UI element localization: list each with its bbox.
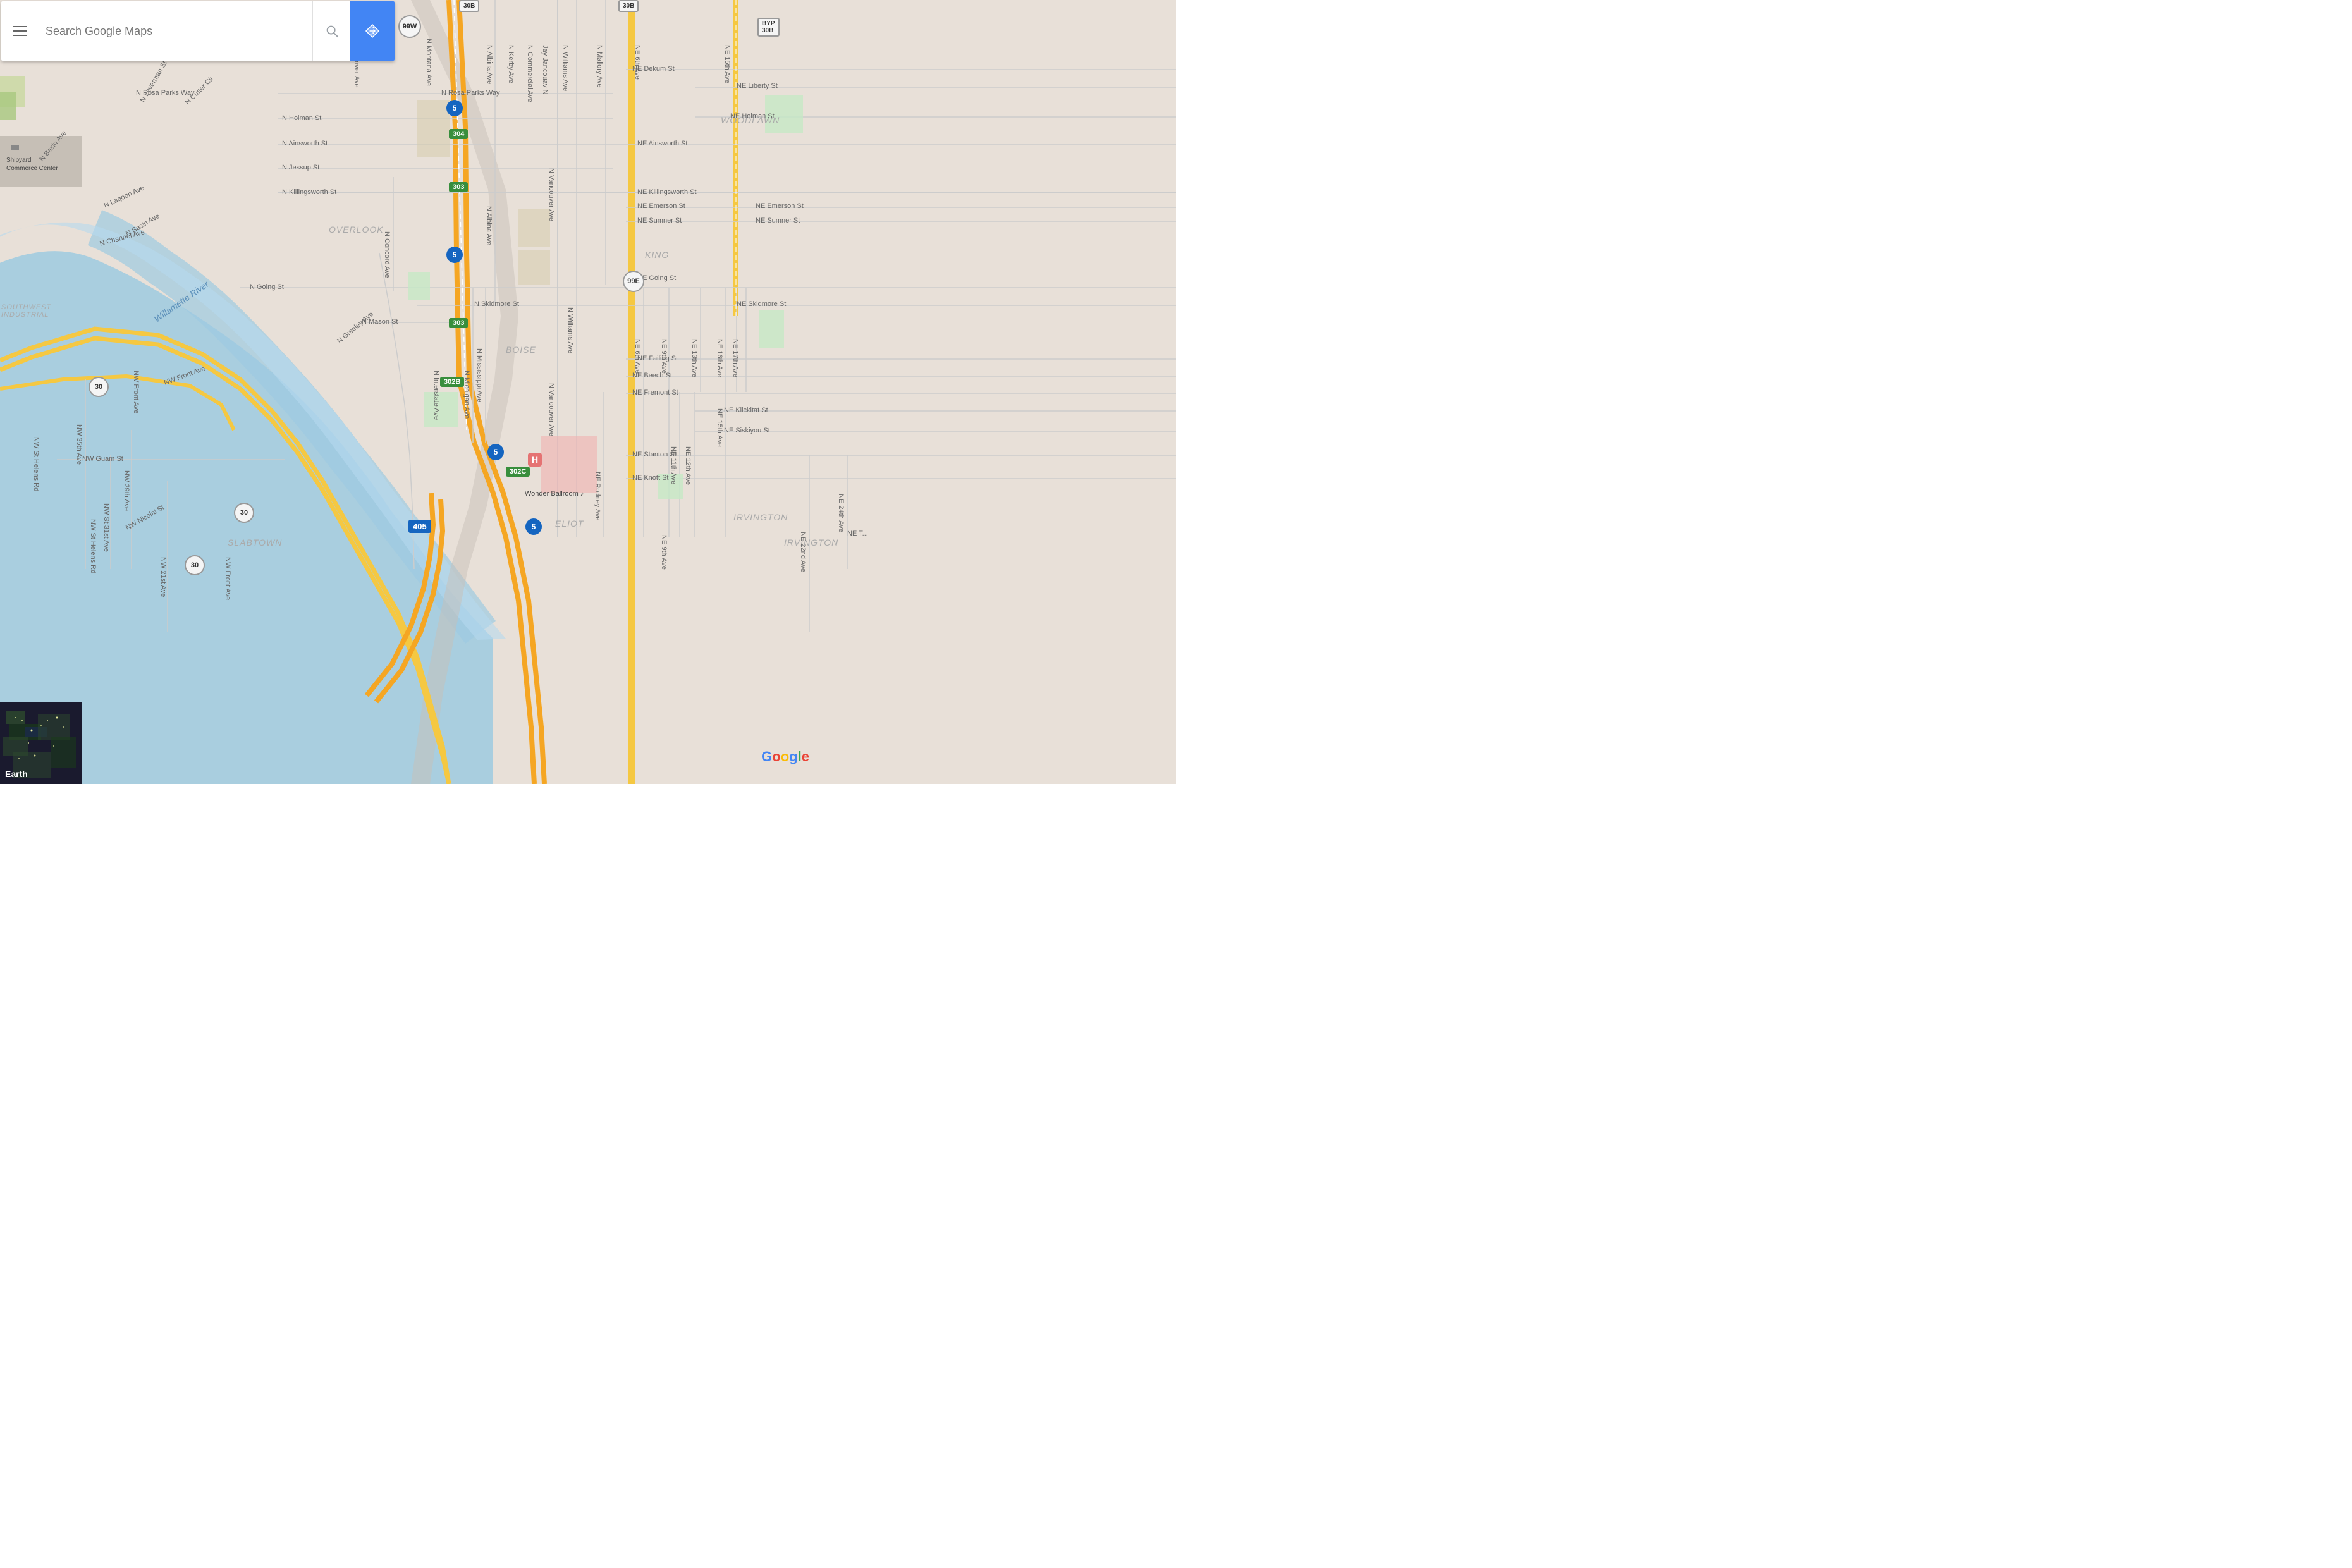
badge-i405: 405	[408, 520, 431, 533]
badge-i5-2: 5	[446, 247, 463, 263]
badge-exit-302b: 302B	[440, 377, 464, 387]
badge-99w: 99W	[398, 15, 421, 38]
badge-exit-304: 304	[449, 129, 468, 139]
search-button[interactable]	[312, 1, 350, 61]
badge-exit-303b: 303	[449, 318, 468, 328]
earth-label: Earth	[5, 769, 28, 779]
hamburger-button[interactable]	[1, 1, 39, 61]
google-g: G	[761, 749, 772, 764]
google-e: e	[802, 749, 809, 764]
earth-thumbnail[interactable]: Earth	[0, 702, 82, 784]
search-icon	[325, 24, 339, 38]
google-o1: o	[772, 749, 780, 764]
badge-30b: 30	[234, 503, 254, 523]
badge-exit-303a: 303	[449, 182, 468, 192]
hospital-marker: H	[528, 453, 542, 467]
hamburger-icon	[13, 26, 27, 36]
badge-byp-30b: BYP30B	[757, 18, 780, 37]
badge-i5-4: 5	[525, 518, 542, 535]
badge-99e: 99E	[623, 271, 644, 292]
badge-exit-302c: 302C	[506, 467, 530, 477]
google-g2: g	[789, 749, 797, 764]
badge-30a: 30	[89, 377, 109, 397]
directions-button[interactable]	[350, 1, 395, 61]
search-bar	[1, 1, 395, 61]
google-o2: o	[781, 749, 789, 764]
directions-icon	[365, 23, 380, 39]
search-input-wrapper	[39, 1, 312, 61]
badge-30b-top2: 30B	[618, 0, 639, 12]
badge-30c: 30	[185, 555, 205, 575]
google-logo: Google	[761, 749, 809, 765]
badge-i5-1: 5	[446, 100, 463, 116]
map-container[interactable]: ARBOR LODGE ARBOR LODGE OVERLOOK BOISE K…	[0, 0, 1176, 784]
badge-i5-3: 5	[487, 444, 504, 460]
map-svg	[0, 0, 1176, 784]
search-input[interactable]	[46, 25, 306, 38]
badge-30b-top1: 30B	[459, 0, 479, 12]
